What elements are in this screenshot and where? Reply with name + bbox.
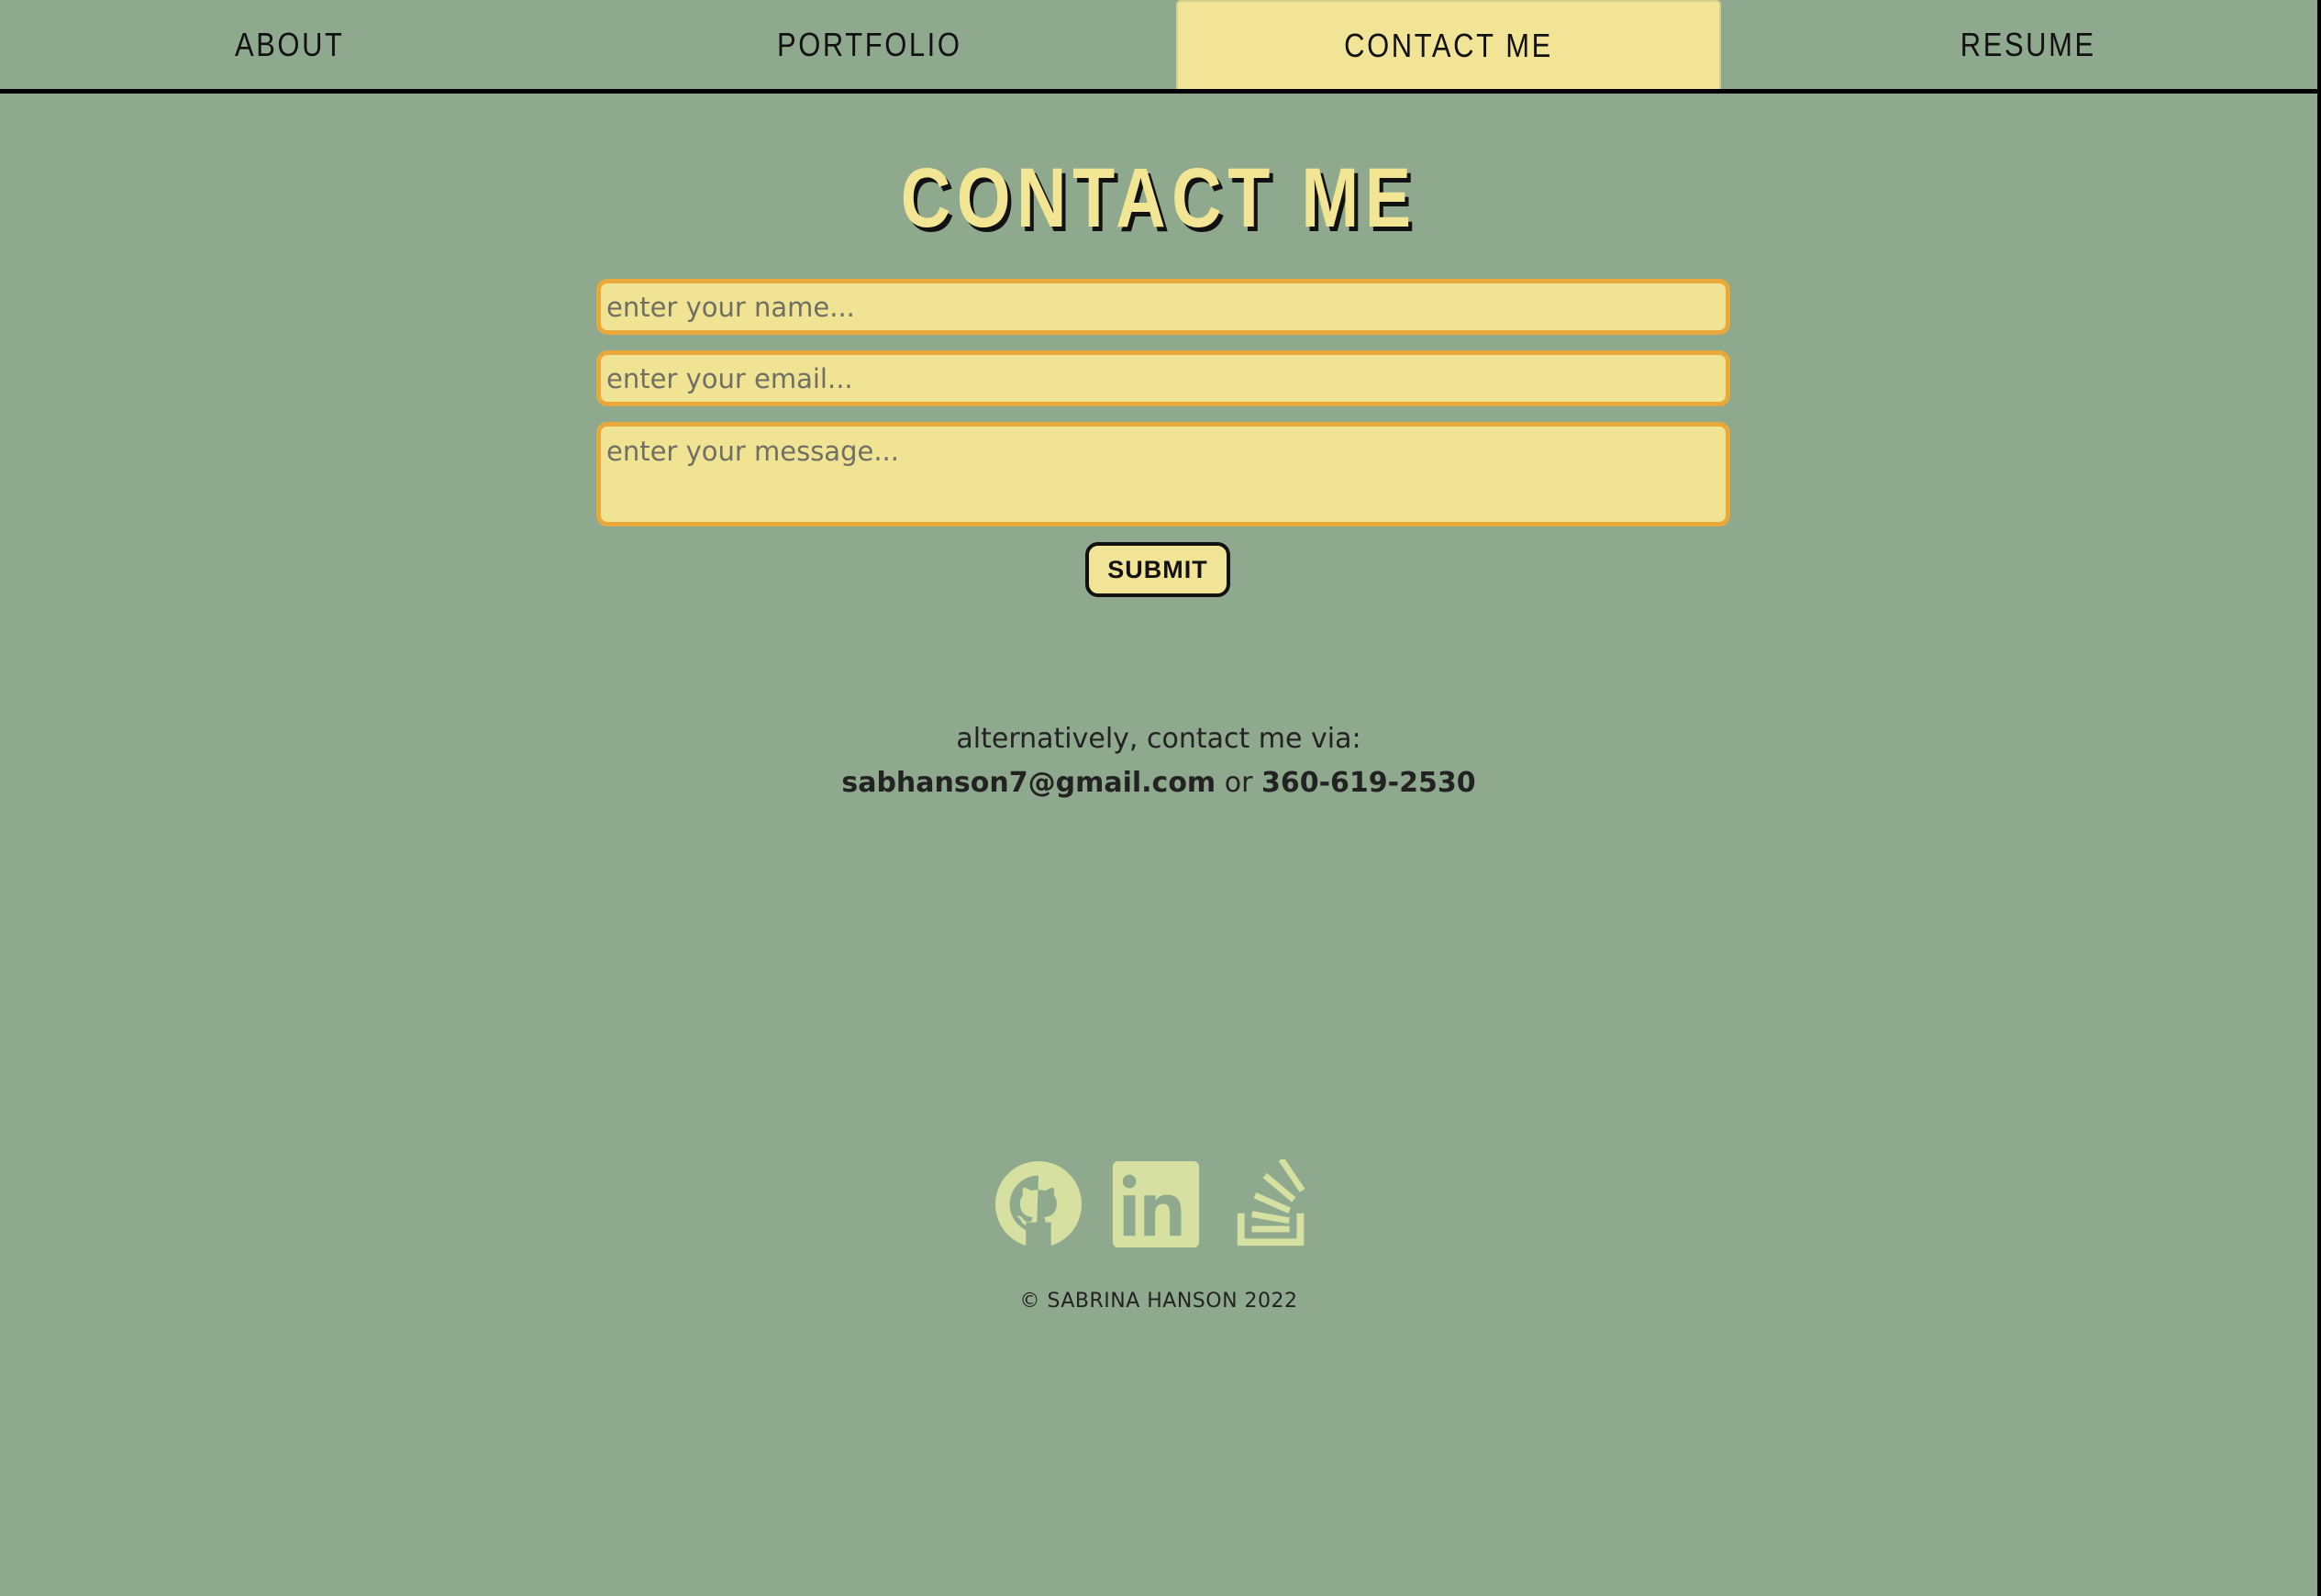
alt-contact-separator: or bbox=[1224, 767, 1253, 799]
page-edge-line bbox=[2317, 0, 2321, 1596]
contact-form bbox=[596, 279, 1730, 542]
nav-tab-about[interactable]: ABOUT bbox=[0, 0, 580, 89]
nav-tab-label: PORTFOLIO bbox=[776, 25, 962, 63]
copyright-footer: © SABRINA HANSON 2022 bbox=[1019, 1290, 1298, 1313]
alt-contact-line: sabhanson7@gmail.com or 360-619-2530 bbox=[0, 761, 2317, 805]
message-field[interactable] bbox=[596, 422, 1730, 526]
page-title-text: CONTACT ME bbox=[900, 151, 1417, 245]
alternative-contact: alternatively, contact me via: sabhanson… bbox=[0, 717, 2317, 805]
alt-contact-intro: alternatively, contact me via: bbox=[956, 723, 1361, 755]
linkedin-icon[interactable] bbox=[1111, 1159, 1201, 1249]
stackoverflow-icon[interactable] bbox=[1228, 1159, 1318, 1249]
nav-tab-portfolio[interactable]: PORTFOLIO bbox=[580, 0, 1160, 89]
nav-tab-label: CONTACT ME bbox=[1343, 26, 1553, 64]
social-links bbox=[994, 1159, 1318, 1249]
top-nav: ABOUT PORTFOLIO CONTACT ME RESUME bbox=[0, 0, 2317, 94]
github-icon[interactable] bbox=[994, 1159, 1083, 1249]
email-field[interactable] bbox=[596, 350, 1730, 406]
nav-tab-resume[interactable]: RESUME bbox=[1738, 0, 2318, 89]
page-title: CONTACT ME bbox=[0, 156, 2317, 240]
nav-tab-label: RESUME bbox=[1960, 25, 2096, 63]
nav-tab-contact-me[interactable]: CONTACT ME bbox=[1159, 0, 1738, 89]
submit-button[interactable]: SUBMIT bbox=[1085, 542, 1230, 597]
nav-tab-label: ABOUT bbox=[234, 25, 345, 63]
name-field[interactable] bbox=[596, 279, 1730, 335]
email-link[interactable]: sabhanson7@gmail.com bbox=[841, 767, 1216, 799]
phone-link[interactable]: 360-619-2530 bbox=[1261, 767, 1476, 799]
